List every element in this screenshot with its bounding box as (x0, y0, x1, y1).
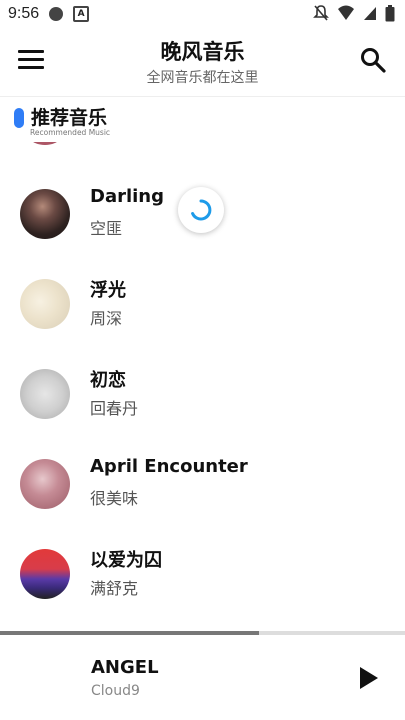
song-artist: 回春丹 (90, 399, 139, 418)
signal-icon (364, 7, 376, 20)
status-time: 9:56 (8, 5, 40, 22)
search-icon[interactable] (359, 46, 387, 74)
song-title: Darling (90, 186, 165, 207)
status-bar: 9:56 A (0, 0, 405, 28)
list-item[interactable] (0, 142, 405, 160)
status-icons (313, 4, 395, 22)
list-item[interactable]: 以爱为囚 满舒克 (0, 534, 405, 614)
list-item[interactable]: 浮光 周深 (0, 264, 405, 344)
section-subtitle: Recommended Music (30, 128, 111, 137)
app-header: 晚风音乐 全网音乐都在这里 (0, 28, 405, 97)
app-title: 晚风音乐 (160, 40, 245, 64)
album-cover (20, 549, 70, 599)
play-icon[interactable] (357, 665, 381, 691)
now-playing-bar[interactable]: ANGEL Cloud9 (0, 635, 405, 720)
section-accent-bar (14, 108, 24, 128)
app-subtitle: 全网音乐都在这里 (146, 70, 259, 86)
wifi-icon (338, 5, 354, 20)
loading-spinner (178, 187, 224, 233)
spinner-icon (191, 199, 212, 221)
album-cover (20, 369, 70, 419)
album-cover (20, 142, 70, 145)
list-item[interactable]: 初恋 回春丹 (0, 354, 405, 434)
song-title: 初恋 (90, 370, 126, 391)
song-title: 以爱为囚 (90, 550, 162, 571)
song-artist: 空匪 (90, 219, 123, 238)
now-playing-title: ANGEL (91, 657, 159, 678)
album-cover (20, 279, 70, 329)
now-playing-artist: Cloud9 (91, 683, 140, 699)
section-title: 推荐音乐 (31, 107, 108, 129)
app-notification-icon: A (73, 6, 90, 22)
mute-icon (313, 5, 329, 21)
song-artist: 满舒克 (90, 579, 139, 598)
list-item[interactable]: April Encounter 很美味 (0, 444, 405, 524)
song-artist: 周深 (90, 309, 123, 328)
album-cover (20, 189, 70, 239)
song-artist: 很美味 (90, 489, 139, 508)
song-title: 浮光 (90, 280, 126, 301)
album-cover (20, 459, 70, 509)
battery-icon (385, 4, 395, 21)
song-title: April Encounter (90, 456, 248, 477)
notification-dot-icon (49, 7, 64, 21)
